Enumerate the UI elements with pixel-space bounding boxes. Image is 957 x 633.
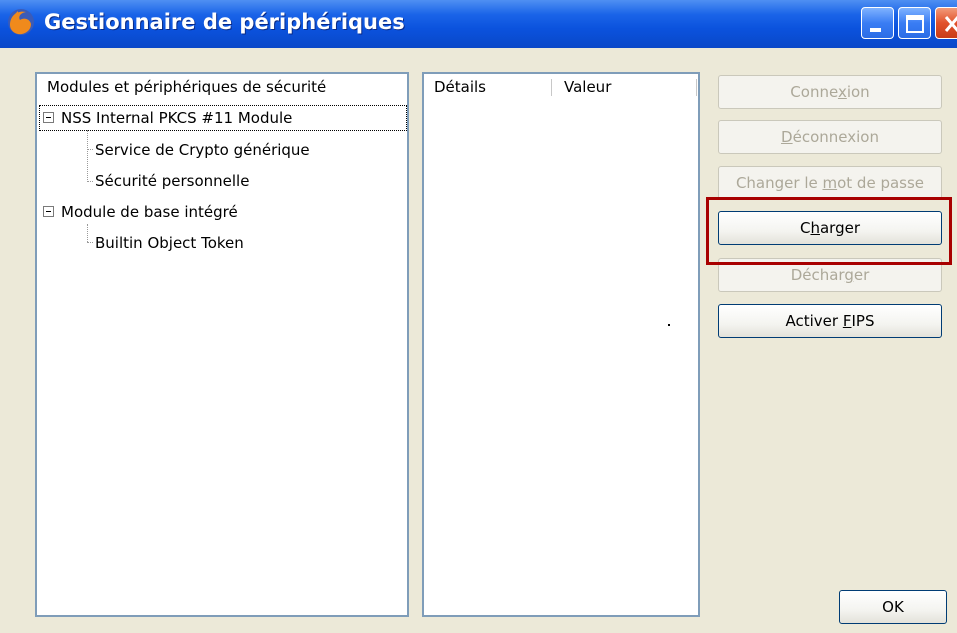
tree-item-label: Builtin Object Token [95, 234, 244, 252]
tree-item-crypto-service[interactable]: Service de Crypto générique [95, 138, 310, 162]
stray-dot [668, 324, 670, 326]
value-column-header[interactable]: Valeur [554, 74, 611, 101]
security-modules-tree[interactable]: Modules et périphériques de sécurité NSS… [35, 72, 409, 617]
close-icon [944, 16, 957, 32]
change-password-button[interactable]: Changer le mot de passe [718, 166, 942, 200]
details-table[interactable]: Détails Valeur [422, 72, 700, 617]
tree-item-personal-security[interactable]: Sécurité personnelle [95, 169, 249, 193]
close-button[interactable] [935, 7, 957, 39]
tree-item-label: Module de base intégré [61, 203, 238, 221]
details-column-header[interactable]: Détails [424, 74, 486, 101]
window-title: Gestionnaire de périphériques [44, 10, 405, 34]
minimize-icon [870, 28, 881, 32]
column-separator[interactable] [696, 79, 697, 96]
firefox-icon [8, 9, 34, 35]
minimize-button[interactable] [861, 7, 894, 39]
ok-button[interactable]: OK [839, 590, 947, 624]
tree-item-label: NSS Internal PKCS #11 Module [61, 109, 293, 127]
tree-item-builtin-token[interactable]: Builtin Object Token [95, 231, 244, 255]
connexion-button[interactable]: Connexion [718, 75, 942, 109]
title-bar[interactable]: Gestionnaire de périphériques [0, 0, 957, 48]
deconnexion-button[interactable]: Déconnexion [718, 120, 942, 154]
charger-highlight [706, 197, 952, 265]
activer-fips-button[interactable]: Activer FIPS [718, 304, 942, 338]
collapse-icon[interactable] [43, 112, 54, 123]
tree-item-label: Sécurité personnelle [95, 172, 250, 190]
tree-item-label: Service de Crypto générique [95, 141, 310, 159]
collapse-icon[interactable] [43, 206, 54, 217]
tree-column-header[interactable]: Modules et périphériques de sécurité [37, 74, 326, 101]
column-separator[interactable] [551, 79, 552, 96]
maximize-button[interactable] [898, 7, 931, 39]
tree-item-nss-module[interactable]: NSS Internal PKCS #11 Module [39, 105, 407, 131]
maximize-icon [906, 15, 924, 33]
